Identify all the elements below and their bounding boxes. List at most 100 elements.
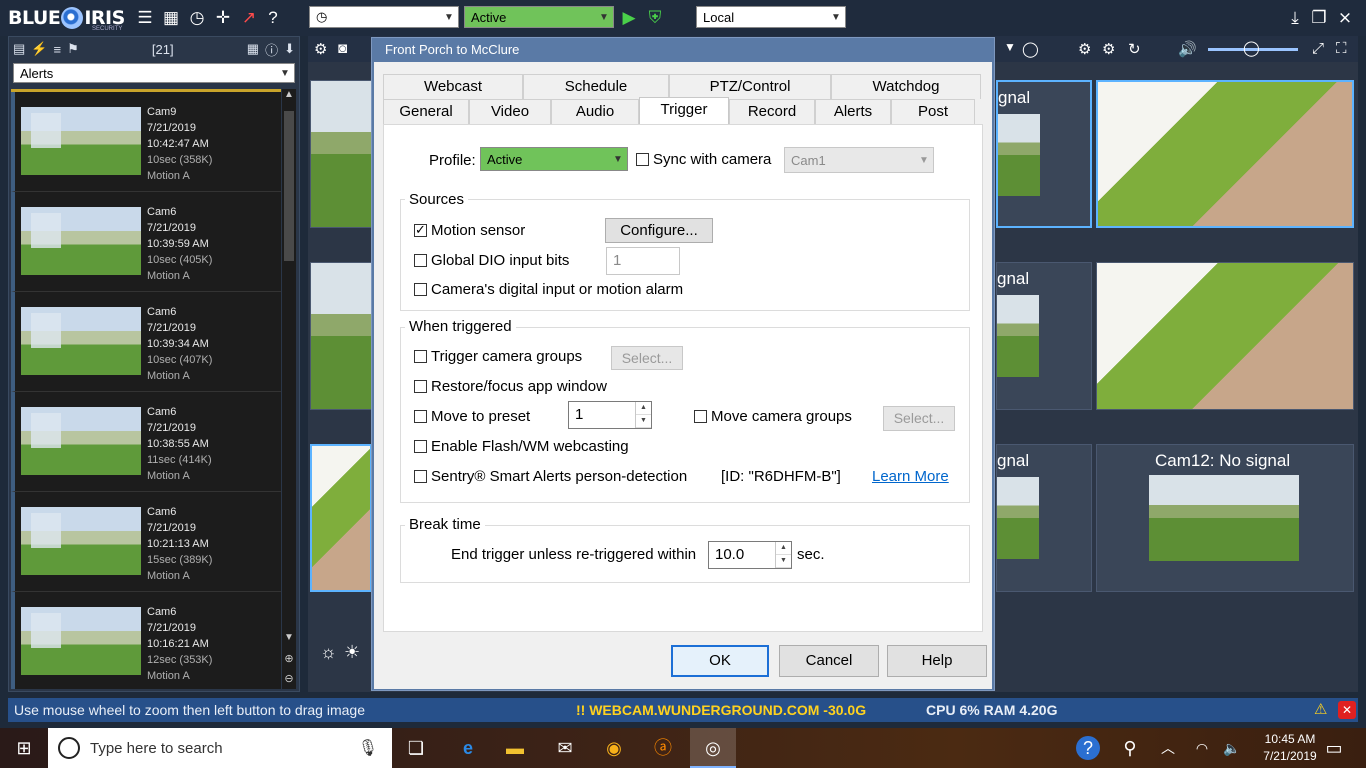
scrollbar-thumb[interactable] [284, 111, 294, 261]
digital-input-checkbox[interactable] [414, 283, 427, 296]
calendar-icon[interactable]: ▦ [247, 41, 259, 57]
clip-icon[interactable]: ▦ [160, 7, 182, 29]
sync-camera-combo[interactable]: Cam1 ▼ [784, 147, 934, 173]
close-app-icon[interactable]: ⨯ [1334, 7, 1356, 29]
scroll-up-icon[interactable]: ▲ [282, 89, 296, 100]
help-button[interactable]: Help [887, 645, 987, 677]
play-icon[interactable]: ▶ [618, 7, 640, 29]
alert-list-item[interactable]: Cam9 7/21/2019 10:42:47 AM 10sec (358K) Moti… [11, 92, 281, 192]
brightness-icon[interactable]: ☀ [344, 642, 360, 663]
select-move-groups-button[interactable]: Select... [883, 406, 955, 431]
shield-icon[interactable]: ⛨ [644, 7, 666, 29]
microphone-icon[interactable]: 🎙 [358, 738, 378, 758]
preset-spin[interactable]: ▲ ▼ [635, 402, 651, 428]
people-icon[interactable]: ⚲ [1118, 736, 1142, 760]
warning-icon[interactable]: ⚠ [1314, 698, 1327, 722]
trigger-camera-groups-checkbox[interactable] [414, 350, 427, 363]
tab-alerts[interactable]: Alerts [815, 99, 891, 124]
tab-ptz-control[interactable]: PTZ/Control [669, 74, 831, 99]
global-dio-checkbox[interactable] [414, 254, 427, 267]
tab-video[interactable]: Video [469, 99, 551, 124]
wifi-icon[interactable]: ◠ [1190, 736, 1214, 760]
help-tray-icon[interactable]: ? [1076, 736, 1100, 760]
break-time-stepper[interactable]: 10.0 ▲ ▼ [708, 541, 792, 569]
camera-tile-selected[interactable] [310, 444, 372, 592]
sync-with-camera-checkbox[interactable] [636, 153, 649, 166]
chevron-down-icon[interactable]: ▼ [1004, 40, 1016, 54]
break-time-spin[interactable]: ▲ ▼ [775, 542, 791, 568]
learn-more-link[interactable]: Learn More [872, 468, 949, 485]
schedule-combo[interactable]: ◷ ▼ [309, 6, 459, 28]
camera-tile[interactable]: gnal [996, 444, 1092, 592]
notifications-icon[interactable]: ▭ [1322, 736, 1346, 760]
server-combo[interactable]: Local ▼ [696, 6, 846, 28]
info-icon[interactable]: ⓘ [265, 40, 278, 59]
tab-post[interactable]: Post [891, 99, 975, 124]
motion-sensor-checkbox[interactable] [414, 222, 427, 238]
tab-general[interactable]: General [383, 99, 469, 124]
zoom-in-icon[interactable]: ⊕ [282, 652, 296, 665]
alert-list-item[interactable]: Cam6 7/21/2019 10:39:34 AM 10sec (407K) Moti… [11, 292, 281, 392]
camera-tile[interactable] [310, 262, 372, 410]
slider-knob-icon[interactable]: ◯ [1022, 40, 1039, 58]
slider-knob-icon[interactable]: ◯ [1243, 39, 1260, 57]
ok-button[interactable]: OK [671, 645, 769, 677]
cancel-button[interactable]: Cancel [779, 645, 879, 677]
gear-icon[interactable]: ⚙ [1078, 40, 1091, 58]
brightness-icon[interactable]: ☼ [320, 642, 337, 663]
edge-icon[interactable]: e [456, 736, 480, 760]
camera-tile-selected[interactable] [1096, 80, 1354, 228]
help-icon[interactable]: ? [262, 7, 284, 29]
alert-list-item[interactable]: Cam6 7/21/2019 10:39:59 AM 10sec (405K) Moti… [11, 192, 281, 292]
tab-webcast[interactable]: Webcast [383, 74, 523, 99]
avast-icon[interactable]: ⓐ [651, 736, 675, 760]
sentry-checkbox[interactable] [414, 470, 427, 483]
tab-watchdog[interactable]: Watchdog [831, 74, 981, 99]
restore-focus-checkbox[interactable] [414, 380, 427, 393]
camera-tile-selected[interactable]: gnal [996, 80, 1092, 228]
camera-icon[interactable]: ◙ [338, 40, 347, 57]
layers-icon[interactable]: ≡ [53, 42, 61, 57]
tab-audio[interactable]: Audio [551, 99, 639, 124]
spin-down-icon[interactable]: ▼ [776, 555, 791, 568]
taskbar-search[interactable]: Type here to search 🎙 [48, 728, 392, 768]
browser-icon[interactable]: ◉ [602, 736, 626, 760]
dio-input-bits-field[interactable]: 1 [606, 247, 680, 275]
chart-icon[interactable]: ↗ [238, 7, 260, 29]
mail-icon[interactable]: ✉ [553, 736, 577, 760]
refresh-icon[interactable]: ↻ [1128, 40, 1141, 58]
tab-schedule[interactable]: Schedule [523, 74, 669, 99]
list-icon[interactable]: ☰ [134, 7, 156, 29]
tab-record[interactable]: Record [729, 99, 815, 124]
alerts-filter-combo[interactable]: Alerts ▼ [13, 63, 295, 83]
alert-list-scrollbar[interactable]: ▲ ▼ ⊕ ⊖ [282, 89, 296, 689]
move-to-preset-checkbox[interactable] [414, 410, 427, 423]
tab-trigger[interactable]: Trigger [639, 97, 729, 124]
alert-list-item[interactable]: Cam6 7/21/2019 10:38:55 AM 11sec (414K) Moti… [11, 392, 281, 492]
camera-tile[interactable] [1096, 262, 1354, 410]
windows-start-icon[interactable]: ⊞ [12, 736, 36, 760]
map-icon[interactable]: ▤ [13, 41, 25, 57]
expand-icon[interactable]: ⤢ [1312, 40, 1324, 57]
close-icon[interactable]: ✕ [1338, 701, 1356, 719]
fullscreen-icon[interactable]: ⛶ [1336, 40, 1347, 57]
lightning-icon[interactable]: ⚡ [31, 41, 47, 57]
file-explorer-icon[interactable]: ▬ [503, 736, 527, 760]
flag-icon[interactable]: ⚑ [67, 41, 79, 57]
zoom-out-icon[interactable]: ⊖ [282, 672, 296, 685]
preset-stepper[interactable]: 1 ▲ ▼ [568, 401, 652, 429]
arrow-down-icon[interactable]: ⬇ [284, 41, 295, 57]
taskbar-clock[interactable]: 10:45 AM 7/21/2019 [1250, 731, 1330, 765]
chevron-up-icon[interactable]: ︿ [1156, 736, 1180, 760]
spin-up-icon[interactable]: ▲ [636, 402, 651, 415]
alert-list-item[interactable]: Cam6 7/21/2019 10:21:13 AM 15sec (389K) Moti… [11, 492, 281, 592]
spin-up-icon[interactable]: ▲ [776, 542, 791, 555]
configure-button[interactable]: Configure... [605, 218, 713, 243]
clock-icon[interactable]: ◷ [186, 7, 208, 29]
move-icon[interactable]: ✛ [212, 7, 234, 29]
flash-webcast-checkbox[interactable] [414, 440, 427, 453]
profile-combo[interactable]: Active ▼ [464, 6, 614, 28]
task-view-icon[interactable]: ❏ [404, 736, 428, 760]
blue-iris-taskbar-button[interactable]: ◎ [690, 728, 736, 768]
volume-tray-icon[interactable]: 🔈 [1220, 736, 1244, 760]
